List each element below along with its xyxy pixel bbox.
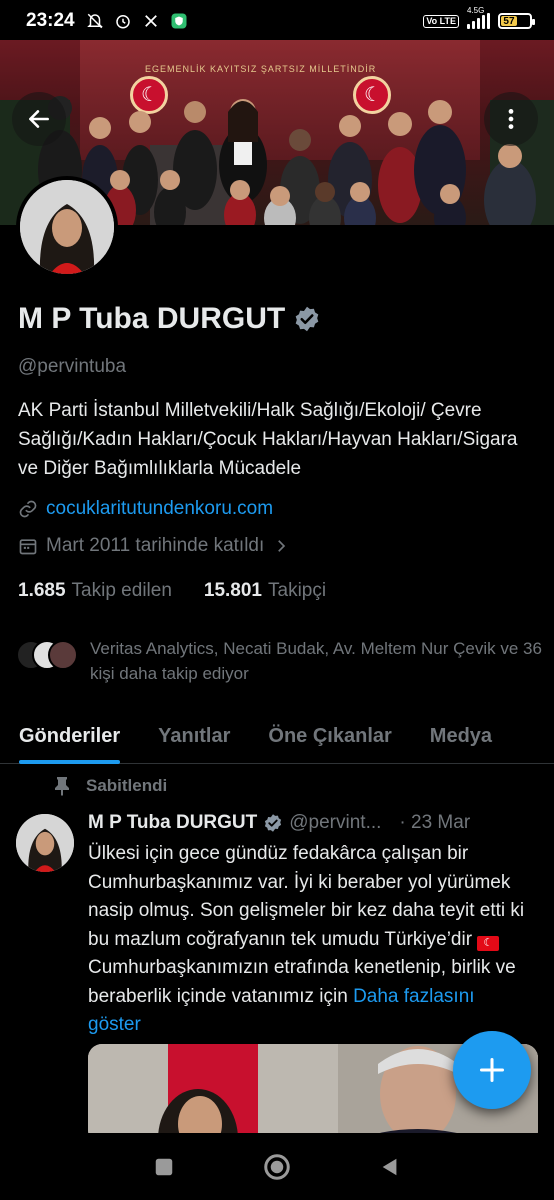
- turkey-flag-icon: ☾: [477, 935, 500, 951]
- pin-icon: [55, 777, 69, 796]
- website-link[interactable]: cocuklaritutundenkoru.com: [46, 498, 273, 520]
- tab-posts[interactable]: Gönderiler: [0, 708, 139, 764]
- arrow-left-icon: [29, 110, 49, 128]
- back-button[interactable]: [12, 92, 66, 146]
- display-name: M P Tuba DURGUT: [18, 302, 286, 335]
- link-icon: [19, 500, 37, 518]
- calendar-icon: [19, 539, 37, 555]
- alarm-icon: [113, 11, 133, 31]
- pinned-indicator: Sabitlendi: [54, 776, 167, 796]
- followed-by-avatars: [16, 640, 80, 676]
- chevron-right-icon: [278, 540, 286, 552]
- website-row[interactable]: cocuklaritutundenkoru.com: [18, 498, 273, 520]
- plus-icon: [479, 1057, 505, 1083]
- recent-apps-button[interactable]: [153, 1156, 175, 1178]
- more-vertical-icon: [508, 109, 514, 129]
- followed-by-text: Veritas Analytics, Necati Budak, Av. Mel…: [90, 639, 542, 683]
- avatar: [48, 640, 78, 670]
- following-count[interactable]: 1.685: [18, 580, 66, 602]
- profile-handle: @pervintuba: [18, 356, 127, 377]
- profile-tabs: Gönderiler Yanıtlar Öne Çıkanlar Medya: [0, 708, 554, 764]
- status-bar: 23:24 Vo LTE 4.5G 57: [0, 0, 554, 42]
- network-type: 4.5G: [467, 6, 485, 15]
- pinned-label: Sabitlendi: [86, 776, 168, 795]
- battery-icon: 57: [498, 13, 535, 29]
- shield-app-icon: [169, 11, 189, 31]
- mute-icon: [85, 11, 105, 31]
- verified-badge-icon[interactable]: [293, 305, 321, 333]
- post-header: M P Tuba DURGUT @pervint... · 23 Mar: [88, 812, 508, 834]
- joined-date: Mart 2011 tarihinde katıldı: [46, 535, 265, 556]
- post-author-handle[interactable]: @pervint...: [289, 812, 381, 834]
- system-nav-bar: [0, 1133, 554, 1200]
- post-text[interactable]: Ülkesi için gece gündüz fedakârca çalışa…: [88, 840, 528, 1040]
- post-author-name[interactable]: M P Tuba DURGUT: [88, 812, 257, 834]
- volte-badge: Vo LTE: [423, 14, 459, 28]
- verified-badge-icon: [265, 814, 282, 832]
- post-date[interactable]: · 23 Mar: [399, 812, 470, 834]
- profile-bio: AK Parti İstanbul Milletvekili/Halk Sağl…: [18, 400, 518, 479]
- follow-stats: 1.685 Takip edilen 15.801 Takipçi: [18, 580, 352, 602]
- avatar: [20, 180, 114, 274]
- post-text-part1: Ülkesi için gece gündüz fedakârca çalışa…: [88, 843, 525, 950]
- followers-count[interactable]: 15.801: [204, 580, 262, 602]
- back-nav-button[interactable]: [379, 1156, 401, 1178]
- more-options-button[interactable]: [484, 92, 538, 146]
- cellular-signal-icon: 4.5G: [467, 6, 490, 29]
- profile-name-row: M P Tuba DURGUT: [18, 302, 321, 336]
- tab-highlights[interactable]: Öne Çıkanlar: [249, 708, 410, 764]
- followers-label[interactable]: Takipçi: [268, 580, 326, 602]
- post-author-avatar[interactable]: [16, 814, 74, 872]
- tab-replies[interactable]: Yanıtlar: [139, 708, 249, 764]
- tab-media[interactable]: Medya: [411, 708, 511, 764]
- x-app-icon: [141, 11, 161, 31]
- status-time: 23:24: [26, 10, 75, 31]
- profile-avatar[interactable]: [16, 176, 118, 278]
- compose-post-button[interactable]: [453, 1031, 531, 1109]
- battery-level: 57: [501, 16, 517, 27]
- following-label[interactable]: Takip edilen: [72, 580, 172, 602]
- home-button[interactable]: [262, 1152, 292, 1182]
- followed-by-row[interactable]: Veritas Analytics, Necati Budak, Av. Mel…: [16, 636, 550, 686]
- joined-row[interactable]: Mart 2011 tarihinde katıldı: [18, 535, 290, 557]
